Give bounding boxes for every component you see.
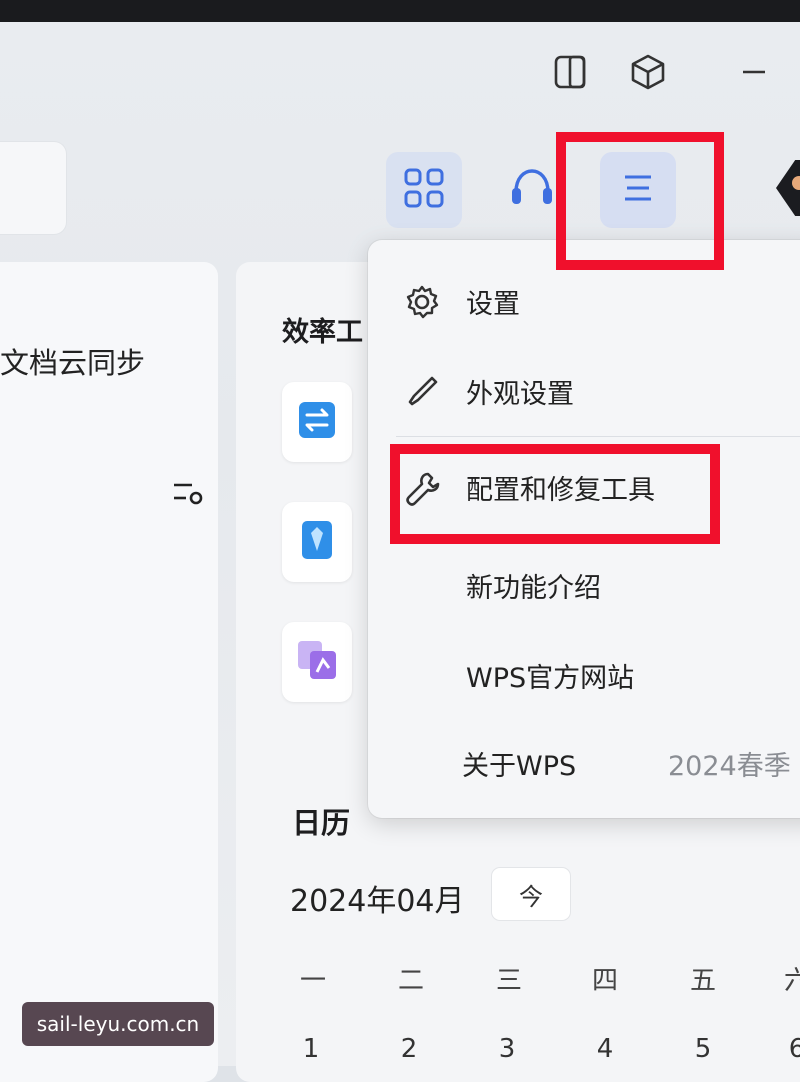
calendar-day[interactable]: 4 [580,1034,630,1064]
cloud-sync-label[interactable]: 文档云同步 [0,340,145,382]
version-label: 2024春季 [668,751,791,782]
filter-settings-icon[interactable] [172,478,206,510]
highlight-box-menu-button [556,132,724,270]
resume-tool[interactable] [282,502,352,582]
weekday-label: 六 [783,966,800,996]
convert-tool[interactable] [282,382,352,462]
resume-icon [300,519,334,565]
apps-grid-icon [403,167,445,213]
calendar-day[interactable]: 2 [384,1034,434,1064]
menu-item-appearance[interactable]: 外观设置 [368,354,800,426]
gear-icon [404,284,440,320]
menu-divider [396,436,800,437]
convert-icon [297,400,337,444]
cube-icon[interactable] [628,52,668,92]
calendar-day[interactable]: 3 [482,1034,532,1064]
weekday-label: 一 [299,966,326,996]
avatar-face [792,176,800,190]
menu-item-label: 外观设置 [466,379,574,410]
pdf-icon [295,638,339,686]
apps-grid-button[interactable] [386,152,462,228]
menu-item-whats-new[interactable]: 新功能介绍 [368,548,800,620]
today-button[interactable]: 今 [492,868,570,920]
menu-item-settings[interactable]: 设置 [368,264,800,336]
pdf-tool[interactable] [282,622,352,702]
search-input[interactable] [0,142,66,234]
recent-documents-panel [0,262,218,1082]
weekday-label: 二 [397,966,424,996]
efficiency-tools-title: 效率工 [282,317,363,348]
tablet-mode-icon[interactable] [550,52,590,92]
calendar-day[interactable]: 5 [678,1034,728,1064]
screen-bezel [0,0,800,22]
calendar-title: 日历 [292,806,351,840]
menu-item-about[interactable]: 关于WPS 2024春季 [368,726,800,798]
highlight-box-repair-tools [390,444,720,544]
menu-item-label: 设置 [466,289,520,320]
calendar-day[interactable]: 6 [772,1034,800,1064]
weekday-label: 三 [495,966,522,996]
watermark: sail-leyu.com.cn [22,1002,214,1046]
calendar-day[interactable]: 1 [286,1034,336,1064]
weekday-label: 五 [689,966,716,996]
menu-item-label: WPS官方网站 [466,663,635,694]
menu-item-label: 新功能介绍 [466,573,601,604]
minimize-icon[interactable] [734,52,774,92]
brush-icon [404,374,440,410]
headset-icon [508,166,556,214]
weekday-label: 四 [591,966,618,996]
menu-item-label: 关于WPS [462,751,577,782]
calendar-month[interactable]: 2024年04月 [290,876,465,920]
menu-item-official-site[interactable]: WPS官方网站 [368,638,800,710]
